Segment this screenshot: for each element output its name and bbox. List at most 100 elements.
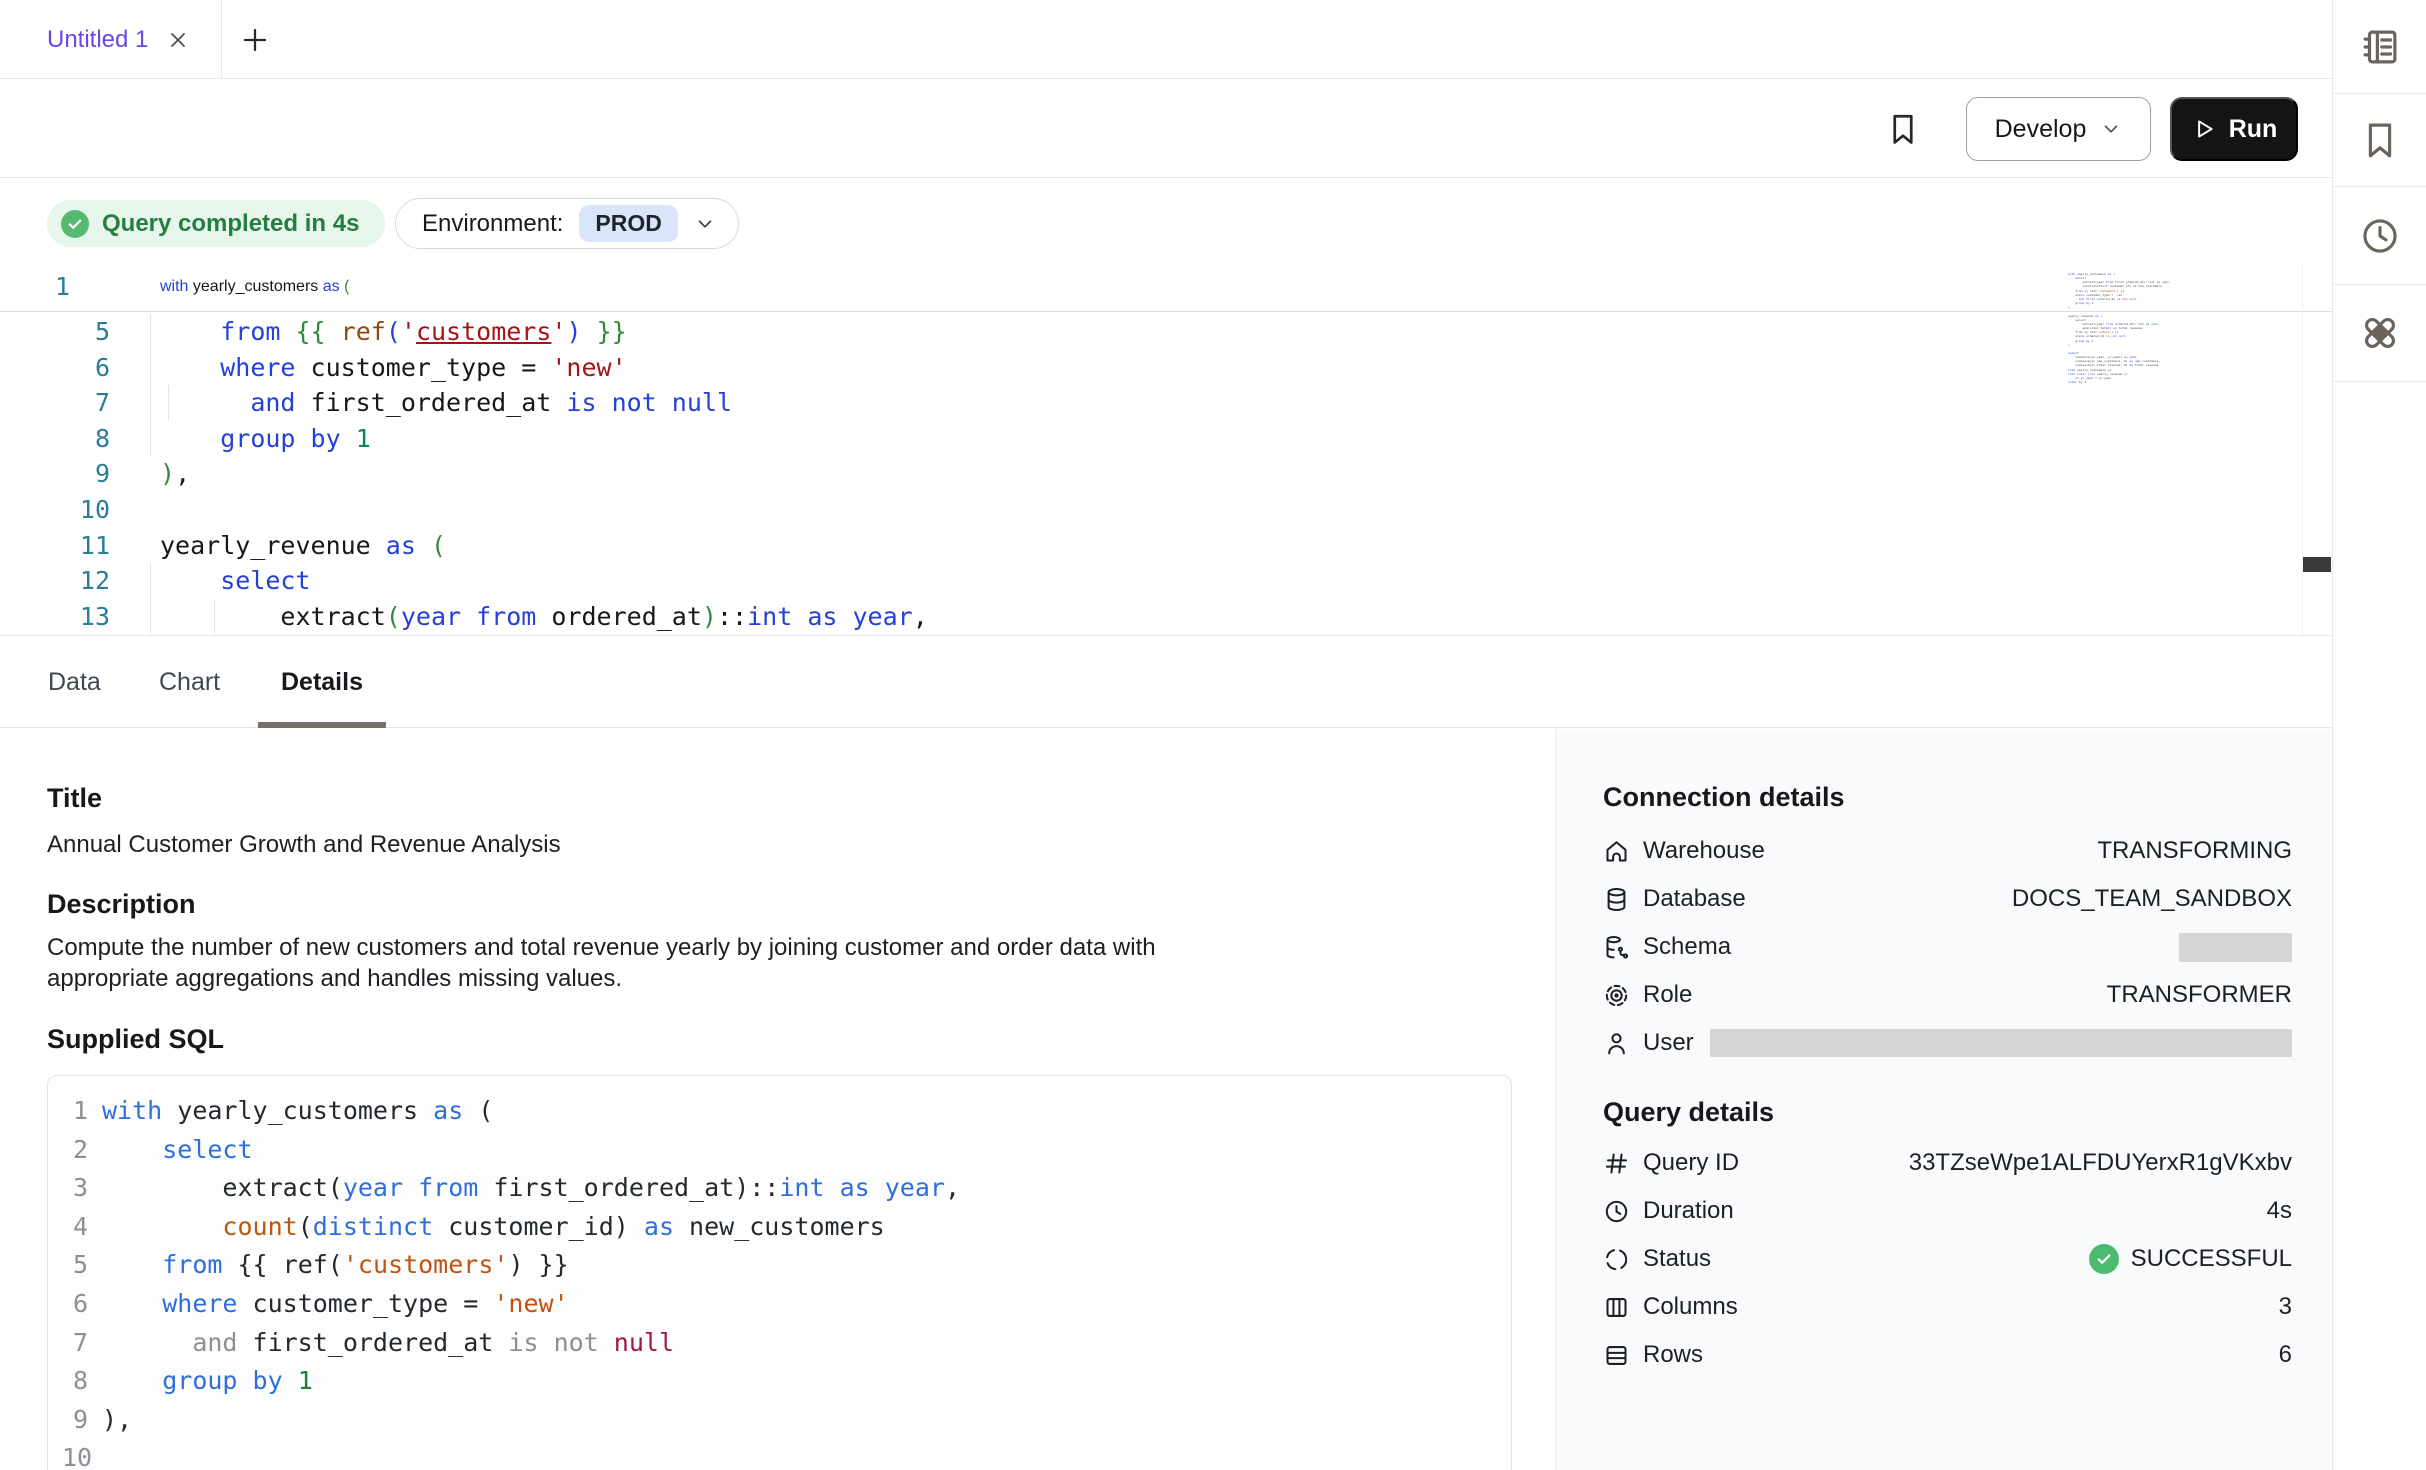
code-line: 9),: [0, 456, 2200, 492]
rail-item-history[interactable]: [2333, 187, 2426, 285]
code-line: 12 select: [0, 563, 2200, 599]
code-line: 10: [0, 492, 2200, 528]
detail-row-rows: Rows 6: [1603, 1331, 2292, 1379]
develop-label: Develop: [1995, 115, 2087, 144]
clock-icon: [1603, 1198, 1630, 1225]
detail-value: 4s: [2267, 1197, 2292, 1225]
editor-code-lines: 5 from {{ ref('customers') }}6 where cus…: [0, 314, 2200, 634]
detail-row-user: User: [1603, 1019, 2292, 1067]
editor-sticky-line: 1with yearly_customers as (: [0, 262, 2332, 312]
detail-row-duration: Duration 4s: [1603, 1187, 2292, 1235]
editor-scrollbar-thumb[interactable]: [2303, 557, 2331, 572]
code-line: 3 extract(year from first_ordered_at)::i…: [62, 1169, 1511, 1208]
code-line: 8 group by 1: [62, 1362, 1511, 1401]
success-check-icon: [2089, 1244, 2119, 1274]
run-button[interactable]: Run: [2170, 97, 2298, 161]
hash-icon: [1603, 1150, 1630, 1177]
detail-value: SUCCESSFUL: [2089, 1244, 2292, 1274]
detail-value: 3: [2279, 1293, 2292, 1321]
detail-label: Status: [1643, 1245, 1711, 1273]
environment-label: Environment:: [422, 210, 563, 238]
connection-details-rows: Warehouse TRANSFORMING Database DOCS_TEAM_S…: [1603, 827, 2292, 1067]
detail-value: 6: [2279, 1341, 2292, 1369]
query-status-text: Query completed in 4s: [102, 210, 359, 238]
develop-dropdown[interactable]: Develop: [1966, 97, 2151, 161]
description-heading: Description: [47, 889, 196, 920]
code-line: 5 from {{ ref('customers') }}: [62, 1246, 1511, 1285]
detail-label: Duration: [1643, 1197, 1734, 1225]
notebook-icon: [2359, 26, 2401, 68]
chevron-down-icon: [694, 213, 716, 235]
detail-row-schema: Schema: [1603, 923, 2292, 971]
detail-label: User: [1643, 1029, 1694, 1057]
detail-label: Columns: [1643, 1293, 1738, 1321]
redacted-value: [1710, 1029, 2292, 1057]
tab-label: Untitled 1: [47, 26, 148, 54]
redacted-value: [2179, 933, 2292, 962]
detail-row-columns: Columns 3: [1603, 1283, 2292, 1331]
detail-row-status: Status SUCCESSFUL: [1603, 1235, 2292, 1283]
title-value: Annual Customer Growth and Revenue Analy…: [47, 829, 561, 860]
detail-label: Schema: [1643, 933, 1731, 961]
detail-label: Query ID: [1643, 1149, 1739, 1177]
database-icon: [1603, 886, 1630, 913]
detail-label: Warehouse: [1643, 837, 1765, 865]
rail-item-notebook[interactable]: [2333, 0, 2426, 94]
query-status-pill: Query completed in 4s: [47, 200, 385, 247]
play-icon: [2191, 116, 2217, 142]
tab-chart[interactable]: Chart: [147, 636, 232, 728]
user-icon: [1603, 1030, 1630, 1057]
sql-editor[interactable]: 5 from {{ ref('customers') }}6 where cus…: [0, 262, 2332, 635]
bookmark-icon[interactable]: [1885, 109, 1921, 149]
history-icon: [2359, 215, 2401, 257]
rail-item-explore[interactable]: [2333, 285, 2426, 382]
code-line: 9),: [62, 1401, 1511, 1440]
detail-label: Database: [1643, 885, 1746, 913]
columns-icon: [1603, 1294, 1630, 1321]
new-tab-button[interactable]: [240, 25, 270, 55]
environment-selector[interactable]: Environment: PROD: [395, 198, 739, 249]
detail-row-warehouse: Warehouse TRANSFORMING: [1603, 827, 2292, 875]
detail-row-query-id: Query ID 33TZseWpe1ALFDUYerxR1gVKxbv: [1603, 1139, 2292, 1187]
rail-item-bookmark[interactable]: [2333, 94, 2426, 187]
ref-link[interactable]: customers: [416, 317, 551, 346]
detail-row-role: RoleTRANSFORMER: [1603, 971, 2292, 1019]
query-details-heading: Query details: [1603, 1097, 1774, 1128]
code-line: 6 where customer_type = 'new': [62, 1285, 1511, 1324]
code-line: 10: [62, 1439, 1511, 1470]
warehouse-icon: [1603, 838, 1630, 865]
code-line: 4 count(distinct customer_id) as new_cus…: [62, 1208, 1511, 1247]
supplied-sql-block: 1with yearly_customers as (2 select3 ext…: [47, 1075, 1512, 1470]
tab-bar: Untitled 1: [0, 0, 2332, 79]
editor-scrollbar-track: [2302, 262, 2303, 635]
check-icon: [61, 210, 89, 238]
detail-value: TRANSFORMING: [2097, 837, 2292, 865]
title-heading: Title: [47, 783, 102, 814]
code-line: 13 extract(year from ordered_at)::int as…: [0, 599, 2200, 635]
explore-icon: [2359, 312, 2401, 354]
tab-untitled-1[interactable]: Untitled 1: [0, 0, 222, 79]
loader-icon: [1603, 1246, 1630, 1273]
supplied-sql-lines: 1with yearly_customers as (2 select3 ext…: [62, 1092, 1511, 1470]
code-line: 8 group by 1: [0, 421, 2200, 457]
code-line: 11yearly_revenue as (: [0, 528, 2200, 564]
detail-row-database: Database DOCS_TEAM_SANDBOX: [1603, 875, 2292, 923]
run-label: Run: [2229, 115, 2278, 144]
bookmark-icon: [2359, 119, 2401, 161]
supplied-sql-heading: Supplied SQL: [47, 1024, 224, 1055]
detail-value: 33TZseWpe1ALFDUYerxR1gVKxbv: [1909, 1149, 2292, 1177]
tab-details[interactable]: Details: [258, 636, 386, 728]
code-line: 7 and first_ordered_at is not null: [62, 1324, 1511, 1363]
editor-minimap[interactable]: with yearly_customers as ( select extrac…: [2068, 272, 2188, 384]
role-icon: [1603, 982, 1630, 1009]
tab-data[interactable]: Data: [36, 636, 113, 728]
detail-label: Rows: [1643, 1341, 1703, 1369]
schema-icon: [1603, 934, 1630, 961]
chevron-down-icon: [2100, 118, 2122, 140]
description-value: Compute the number of new customers and …: [47, 932, 1272, 994]
query-details-rows: Query ID 33TZseWpe1ALFDUYerxR1gVKxbv Durat…: [1603, 1139, 2292, 1379]
close-icon[interactable]: [166, 28, 190, 52]
detail-value: TRANSFORMER: [2107, 981, 2292, 1009]
right-rail: [2332, 0, 2426, 1470]
detail-value: DOCS_TEAM_SANDBOX: [2012, 885, 2292, 913]
